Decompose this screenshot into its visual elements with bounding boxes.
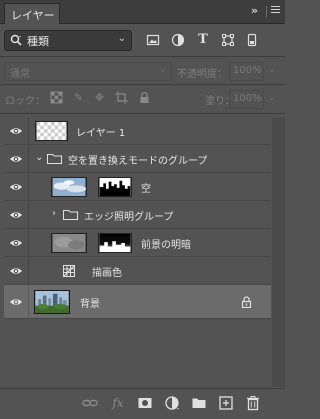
new-layer-icon[interactable] — [218, 395, 234, 411]
chevron-down-icon: ⌄ — [158, 64, 167, 75]
divider — [28, 117, 29, 145]
layer-name: 空 — [141, 184, 151, 195]
smart-object-filter-icon[interactable] — [245, 33, 259, 47]
shape-filter-icon[interactable] — [221, 33, 235, 47]
divider — [28, 257, 29, 285]
visibility-eye-icon[interactable] — [9, 180, 23, 194]
foreground-thumbnail — [51, 233, 87, 253]
blend-row: 通常 ⌄ 不透明度： 100% ⌄ — [0, 60, 285, 82]
background-thumbnail — [34, 290, 70, 314]
adjustment-layer-icon[interactable] — [164, 395, 180, 411]
lock-all-icon[interactable] — [138, 91, 151, 104]
sky-mask-thumbnail — [98, 177, 132, 197]
foreground-mask-thumbnail — [98, 233, 132, 253]
layer-list: レイヤー 1 ⌄ 空を置き換えモードのグループ 空 › エッジ照明グループ 前景… — [4, 117, 271, 387]
fill-input[interactable]: 100% — [229, 90, 264, 109]
layer-name: 前景の明暗 — [141, 240, 191, 251]
fx-icon[interactable]: fx — [110, 395, 126, 411]
adjustment-filter-icon[interactable] — [171, 33, 185, 47]
blend-mode-select[interactable]: 通常 ⌄ — [4, 62, 172, 81]
panel-menu-icon[interactable] — [271, 6, 280, 14]
lock-artboard-icon[interactable] — [115, 91, 128, 104]
chevron-down-icon[interactable]: ⌄ — [35, 152, 43, 163]
fill-value: 100% — [233, 93, 262, 104]
layer-row-edge-lighting-group[interactable]: › エッジ照明グループ — [4, 201, 271, 229]
opacity-input[interactable]: 100% — [229, 62, 264, 81]
layer-name: 空を置き換えモードのグループ — [68, 156, 208, 167]
panel-tab-bar: レイヤー » — [0, 0, 285, 24]
divider — [0, 113, 285, 114]
layer-row-background[interactable]: 背景 — [4, 285, 271, 319]
filter-kind-label: 種類 — [27, 35, 49, 48]
layer-row-sky-replace-group[interactable]: ⌄ 空を置き換えモードのグループ — [4, 145, 271, 173]
chevron-down-icon: ⌄ — [117, 33, 126, 44]
opacity-chevron-icon[interactable]: ⌄ — [268, 62, 277, 81]
layer-row-layer-1[interactable]: レイヤー 1 — [4, 117, 271, 145]
opacity-label: 不透明度： — [177, 69, 227, 80]
layer-list-scrollbar[interactable] — [272, 117, 285, 387]
divider — [266, 6, 267, 18]
visibility-eye-icon[interactable] — [9, 208, 23, 222]
visibility-eye-icon[interactable] — [9, 152, 23, 166]
new-group-icon[interactable] — [191, 395, 207, 411]
divider — [28, 173, 29, 201]
fill-chevron-icon[interactable]: ⌄ — [268, 90, 277, 109]
divider — [0, 84, 285, 85]
image-filter-icon[interactable] — [146, 33, 160, 47]
trash-icon[interactable] — [245, 395, 261, 411]
divider — [28, 201, 29, 229]
layer-name: レイヤー 1 — [76, 128, 126, 139]
chevron-right-icon[interactable]: › — [52, 208, 56, 219]
divider — [0, 56, 285, 57]
lock-transparent-pixels-icon[interactable] — [50, 91, 63, 104]
tab-layers[interactable]: レイヤー — [4, 3, 60, 24]
visibility-eye-icon[interactable] — [9, 295, 23, 309]
opacity-value: 100% — [233, 65, 262, 76]
collapse-panel-button[interactable]: » — [251, 4, 258, 17]
layer-row-foreground-lighting[interactable]: 前景の明暗 — [4, 229, 271, 257]
layers-footer-toolbar: fx — [0, 388, 285, 419]
layer-thumbnail-transparent — [35, 121, 68, 141]
divider — [28, 285, 29, 319]
layer-row-draw-color[interactable]: 描画色 — [4, 257, 271, 285]
layer-row-sky[interactable]: 空 — [4, 173, 271, 201]
lock-position-icon[interactable]: ✥ — [93, 91, 106, 104]
visibility-eye-icon[interactable] — [9, 236, 23, 250]
divider — [28, 229, 29, 257]
layer-name: 背景 — [80, 299, 100, 310]
adjustment-layer-icon — [63, 265, 75, 277]
lock-image-pixels-icon[interactable]: ✎ — [72, 91, 85, 104]
add-mask-icon[interactable] — [137, 395, 153, 411]
folder-icon — [47, 154, 62, 164]
search-icon — [10, 34, 22, 46]
filter-kind-select[interactable]: 種類 ⌄ — [4, 30, 132, 51]
visibility-eye-icon[interactable] — [9, 124, 23, 138]
link-icon — [90, 182, 96, 192]
layer-name: エッジ照明グループ — [84, 212, 174, 223]
tab-layers-label: レイヤー — [11, 9, 55, 22]
type-filter-icon[interactable]: T — [196, 33, 210, 47]
lock-icon — [241, 296, 252, 308]
link-layers-icon[interactable] — [82, 395, 98, 411]
layer-name: 描画色 — [92, 268, 122, 279]
filter-row: 種類 ⌄ T — [0, 28, 285, 54]
blend-mode-label: 通常 — [10, 69, 30, 80]
visibility-eye-icon[interactable] — [9, 264, 23, 278]
divider — [28, 145, 29, 173]
lock-label: ロック： — [5, 96, 45, 107]
sky-thumbnail — [51, 177, 87, 197]
folder-icon — [63, 210, 78, 220]
lock-row: ロック： ✎ ✥ 塗り： 100% ⌄ — [0, 88, 285, 110]
